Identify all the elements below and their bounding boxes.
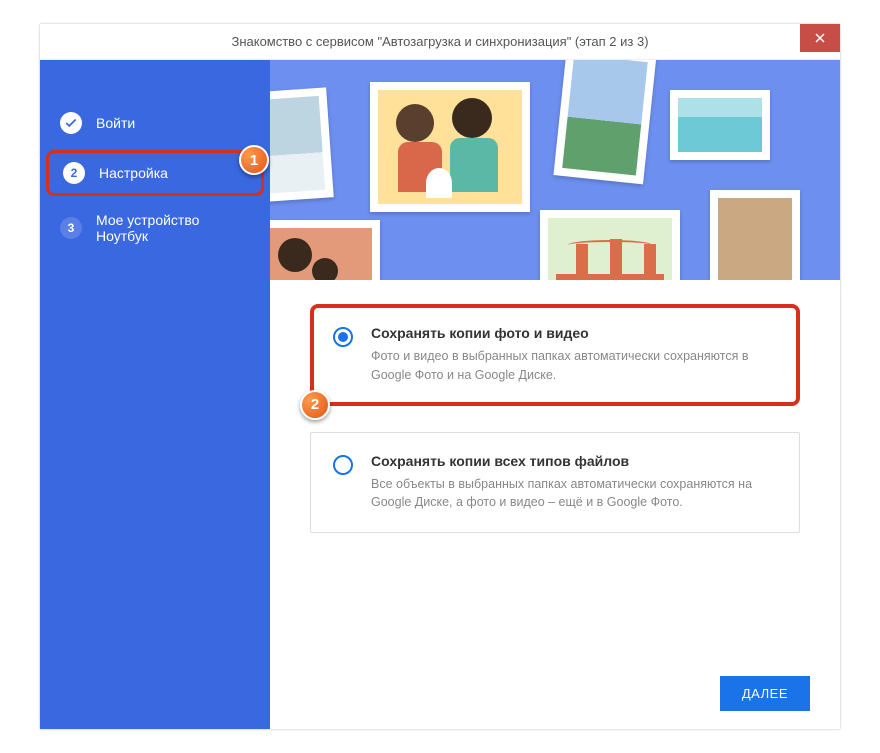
option-text: Сохранять копии всех типов файлов Все об…	[371, 453, 777, 513]
option-title: Сохранять копии всех типов файлов	[371, 453, 777, 469]
check-icon	[60, 112, 82, 134]
option-text: Сохранять копии фото и видео Фото и виде…	[371, 325, 777, 385]
footer: ДАЛЕЕ	[270, 658, 840, 729]
window-title: Знакомство с сервисом "Автозагрузка и си…	[231, 34, 648, 49]
sidebar: Войти 2 Настройка 1 3 Мое устройство Ноу…	[40, 60, 270, 729]
close-icon	[815, 33, 825, 43]
step-label: Мое устройство Ноутбук	[96, 212, 250, 244]
radio-unselected-icon[interactable]	[333, 455, 353, 475]
step-settings[interactable]: 2 Настройка 1	[46, 150, 264, 196]
option-desc: Фото и видео в выбранных папках автомати…	[371, 347, 777, 385]
next-button[interactable]: ДАЛЕЕ	[720, 676, 810, 711]
option-desc: Все объекты в выбранных папках автоматич…	[371, 475, 777, 513]
step-number-icon: 3	[60, 217, 82, 239]
step-number-icon: 2	[63, 162, 85, 184]
annotation-badge-2: 2	[300, 390, 330, 420]
radio-selected-icon[interactable]	[333, 327, 353, 347]
window-body: Войти 2 Настройка 1 3 Мое устройство Ноу…	[40, 60, 840, 729]
step-signin[interactable]: Войти	[40, 100, 270, 146]
step-device[interactable]: 3 Мое устройство Ноутбук	[40, 200, 270, 256]
options-area: Сохранять копии фото и видео Фото и виде…	[270, 280, 840, 658]
option-title: Сохранять копии фото и видео	[371, 325, 777, 341]
option-all-files[interactable]: Сохранять копии всех типов файлов Все об…	[310, 432, 800, 534]
close-button[interactable]	[800, 24, 840, 52]
option-photos-videos[interactable]: Сохранять копии фото и видео Фото и виде…	[310, 304, 800, 406]
titlebar: Знакомство с сервисом "Автозагрузка и си…	[40, 24, 840, 60]
hero-illustration	[270, 60, 840, 280]
step-label: Настройка	[99, 165, 168, 181]
window: Знакомство с сервисом "Автозагрузка и си…	[40, 24, 840, 729]
step-label: Войти	[96, 115, 135, 131]
main-panel: Сохранять копии фото и видео Фото и виде…	[270, 60, 840, 729]
annotation-badge-1: 1	[239, 145, 269, 175]
